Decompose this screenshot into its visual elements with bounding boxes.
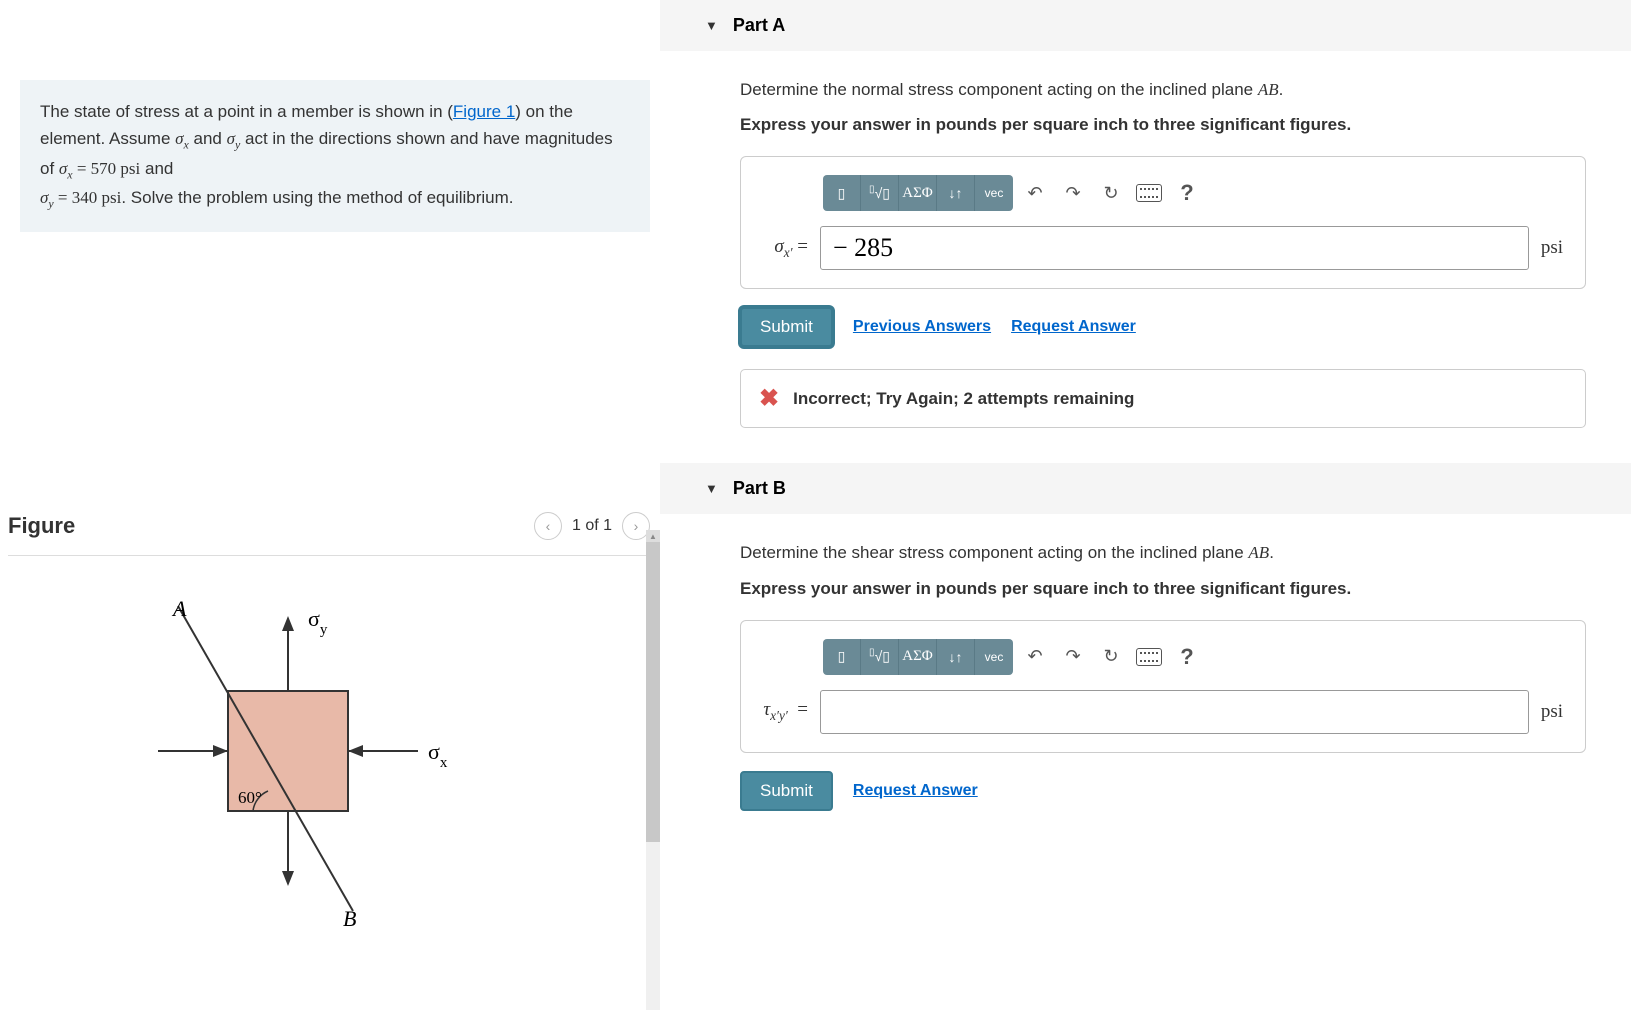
left-scrollbar[interactable]: ▲	[646, 530, 660, 1010]
part-b-title: Part B	[733, 478, 786, 499]
label-sigma-y: σy	[308, 606, 328, 638]
label-angle: 60°	[238, 788, 262, 807]
part-b-format: Express your answer in pounds per square…	[740, 575, 1586, 602]
part-a-format: Express your answer in pounds per square…	[740, 111, 1586, 138]
vec-button[interactable]: vec	[975, 639, 1013, 675]
figure-prev-button[interactable]: ‹	[534, 512, 562, 540]
root-button[interactable]: ▯√▯	[861, 175, 899, 211]
problem-text: element. Assume	[40, 129, 175, 148]
undo-button[interactable]: ↶	[1019, 177, 1051, 209]
equation-toolbar: ▯ ▯√▯ ΑΣΦ ↓↑ vec ↶ ↷ ↻ ?	[823, 175, 1563, 211]
tau-xy-prime-label: τx′y′ =	[763, 699, 808, 724]
sub-sup-button[interactable]: ↓↑	[937, 175, 975, 211]
templates-button[interactable]: ▯	[823, 175, 861, 211]
incorrect-icon: ✖	[759, 384, 779, 413]
part-b-instruction: Determine the shear stress component act…	[740, 539, 1586, 566]
plane-ab: AB	[1258, 80, 1279, 99]
problem-text: act in the directions shown and have mag…	[240, 129, 612, 148]
collapse-icon: ▼	[705, 481, 718, 496]
request-answer-link[interactable]: Request Answer	[853, 782, 978, 800]
problem-text: . Solve the problem using the method of …	[121, 188, 513, 207]
reset-button[interactable]: ↻	[1095, 177, 1127, 209]
part-b-answer-input[interactable]	[820, 690, 1529, 734]
label-A: A	[171, 596, 187, 621]
part-a-header[interactable]: ▼ Part A	[660, 0, 1631, 51]
plane-ab: AB	[1248, 543, 1269, 562]
reset-button[interactable]: ↻	[1095, 641, 1127, 673]
help-button[interactable]: ?	[1171, 641, 1203, 673]
figure-counter: 1 of 1	[572, 517, 612, 535]
part-a-instruction: Determine the normal stress component ac…	[740, 76, 1586, 103]
part-a-answer-box: ▯ ▯√▯ ΑΣΦ ↓↑ vec ↶ ↷ ↻ ? σx′ = psi	[740, 156, 1586, 289]
part-b-header[interactable]: ▼ Part B	[660, 463, 1631, 514]
sigma-y-eq: σy	[40, 188, 54, 207]
figure-diagram: A B σy σx 60°	[8, 581, 650, 936]
problem-statement: The state of stress at a point in a memb…	[20, 80, 650, 232]
keyboard-button[interactable]	[1133, 641, 1165, 673]
problem-text: ) on the	[515, 102, 573, 121]
sigma-x-var: σx	[175, 129, 189, 148]
problem-value: = 340 psi	[54, 188, 122, 207]
root-button[interactable]: ▯√▯	[861, 639, 899, 675]
label-sigma-x: σx	[428, 739, 448, 771]
templates-button[interactable]: ▯	[823, 639, 861, 675]
problem-text: and	[140, 159, 173, 178]
keyboard-icon	[1136, 648, 1162, 666]
undo-button[interactable]: ↶	[1019, 641, 1051, 673]
feedback-text: Incorrect; Try Again; 2 attempts remaini…	[793, 389, 1134, 409]
request-answer-link[interactable]: Request Answer	[1011, 318, 1136, 336]
part-a-answer-input[interactable]	[820, 226, 1529, 270]
previous-answers-link[interactable]: Previous Answers	[853, 318, 991, 336]
figure-link[interactable]: Figure 1	[453, 102, 515, 121]
part-a-title: Part A	[733, 15, 785, 36]
equation-toolbar: ▯ ▯√▯ ΑΣΦ ↓↑ vec ↶ ↷ ↻ ?	[823, 639, 1563, 675]
redo-button[interactable]: ↷	[1057, 177, 1089, 209]
sigma-y-var: σy	[227, 129, 241, 148]
collapse-icon: ▼	[705, 18, 718, 33]
sub-sup-button[interactable]: ↓↑	[937, 639, 975, 675]
part-a-feedback: ✖ Incorrect; Try Again; 2 attempts remai…	[740, 369, 1586, 428]
redo-button[interactable]: ↷	[1057, 641, 1089, 673]
part-b-submit-button[interactable]: Submit	[740, 771, 833, 811]
vec-button[interactable]: vec	[975, 175, 1013, 211]
label-B: B	[343, 906, 356, 931]
problem-text: The state of stress at a point in a memb…	[40, 102, 453, 121]
greek-button[interactable]: ΑΣΦ	[899, 639, 937, 675]
part-b-answer-box: ▯ ▯√▯ ΑΣΦ ↓↑ vec ↶ ↷ ↻ ? τx′y′ = psi	[740, 620, 1586, 753]
problem-text: of	[40, 159, 59, 178]
sigma-x-eq: σx	[59, 159, 73, 178]
part-a-submit-button[interactable]: Submit	[740, 307, 833, 347]
figure-title: Figure	[8, 513, 75, 539]
problem-value: = 570 psi	[73, 159, 141, 178]
keyboard-button[interactable]	[1133, 177, 1165, 209]
unit-psi: psi	[1541, 701, 1563, 723]
greek-button[interactable]: ΑΣΦ	[899, 175, 937, 211]
keyboard-icon	[1136, 184, 1162, 202]
sigma-x-prime-label: σx′ =	[763, 236, 808, 261]
unit-psi: psi	[1541, 237, 1563, 259]
problem-text: and	[189, 129, 227, 148]
help-button[interactable]: ?	[1171, 177, 1203, 209]
